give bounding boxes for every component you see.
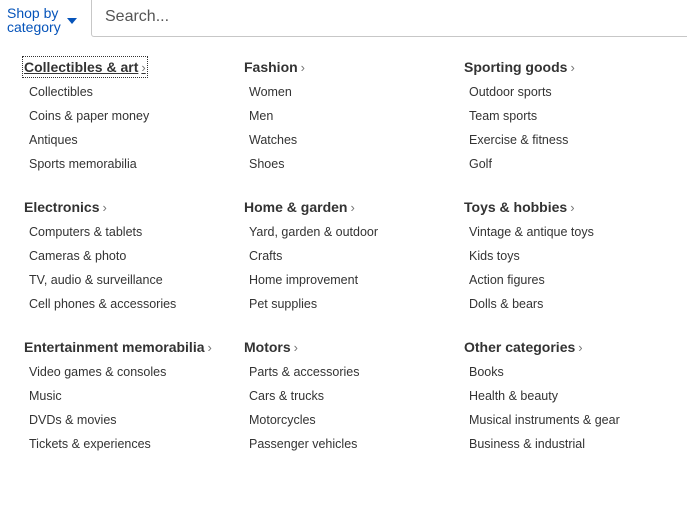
category-link[interactable]: Men [244, 104, 459, 128]
category-link[interactable]: Dolls & bears [464, 292, 679, 316]
category-list: Yard, garden & outdoor Crafts Home impro… [244, 220, 459, 316]
category-heading-label: Entertainment memorabilia [24, 339, 205, 355]
chevron-right-icon: › [570, 60, 575, 75]
category-list: Computers & tablets Cameras & photo TV, … [24, 220, 239, 316]
category-link[interactable]: Passenger vehicles [244, 432, 459, 456]
category-link[interactable]: Books [464, 360, 679, 384]
category-link[interactable]: Golf [464, 152, 679, 176]
category-heading-label: Toys & hobbies [464, 199, 568, 215]
category-heading-fashion[interactable]: Fashion › [243, 57, 306, 77]
category-group: Motors › Parts & accessories Cars & truck… [244, 337, 459, 477]
category-link[interactable]: Yard, garden & outdoor [244, 220, 459, 244]
category-list: Outdoor sports Team sports Exercise & fi… [464, 80, 679, 176]
category-link[interactable]: TV, audio & surveillance [24, 268, 239, 292]
category-heading-electronics[interactable]: Electronics › [23, 197, 108, 217]
category-heading-label: Fashion [244, 59, 298, 75]
category-column-1: Collectibles & art › Collectibles Coins &… [22, 56, 239, 477]
category-heading-label: Home & garden [244, 199, 348, 215]
category-link[interactable]: DVDs & movies [24, 408, 239, 432]
category-link[interactable]: Music [24, 384, 239, 408]
category-heading-collectibles-art[interactable]: Collectibles & art › [22, 56, 148, 78]
category-link[interactable]: Cell phones & accessories [24, 292, 239, 316]
search-input[interactable] [92, 0, 665, 35]
category-list: Collectibles Coins & paper money Antique… [24, 80, 239, 176]
category-link[interactable]: Kids toys [464, 244, 679, 268]
chevron-right-icon: › [141, 60, 146, 75]
header-bar: Shop by category [0, 0, 687, 40]
chevron-right-icon: › [578, 340, 583, 355]
chevron-right-icon: › [102, 200, 107, 215]
category-link[interactable]: Computers & tablets [24, 220, 239, 244]
chevron-right-icon: › [570, 200, 575, 215]
category-link[interactable]: Team sports [464, 104, 679, 128]
category-heading-label: Collectibles & art [24, 59, 139, 75]
category-group: Entertainment memorabilia › Video games &… [24, 337, 239, 477]
category-link[interactable]: Shoes [244, 152, 459, 176]
category-list: Books Health & beauty Musical instrument… [464, 360, 679, 456]
category-link[interactable]: Antiques [24, 128, 239, 152]
category-heading-label: Electronics [24, 199, 100, 215]
category-link[interactable]: Musical instruments & gear [464, 408, 679, 432]
category-link[interactable]: Pet supplies [244, 292, 459, 316]
category-link[interactable]: Cars & trucks [244, 384, 459, 408]
chevron-right-icon: › [207, 340, 212, 355]
category-link[interactable]: Collectibles [24, 80, 239, 104]
category-group: Toys & hobbies › Vintage & antique toys K… [464, 197, 679, 337]
category-link[interactable]: Exercise & fitness [464, 128, 679, 152]
category-link[interactable]: Health & beauty [464, 384, 679, 408]
category-heading-sporting-goods[interactable]: Sporting goods › [463, 57, 576, 77]
category-link[interactable]: Outdoor sports [464, 80, 679, 104]
category-heading-entertainment-memorabilia[interactable]: Entertainment memorabilia › [23, 337, 213, 357]
category-link[interactable]: Crafts [244, 244, 459, 268]
category-link[interactable]: Sports memorabilia [24, 152, 239, 176]
category-heading-motors[interactable]: Motors › [243, 337, 299, 357]
category-link[interactable]: Parts & accessories [244, 360, 459, 384]
category-link[interactable]: Women [244, 80, 459, 104]
category-group: Collectibles & art › Collectibles Coins &… [22, 56, 239, 197]
category-group: Fashion › Women Men Watches Shoes [244, 57, 459, 197]
category-link[interactable]: Video games & consoles [24, 360, 239, 384]
category-heading-home-garden[interactable]: Home & garden › [243, 197, 356, 217]
category-group: Electronics › Computers & tablets Cameras… [24, 197, 239, 337]
category-column-2: Fashion › Women Men Watches Shoes Home & … [244, 57, 459, 477]
category-group: Sporting goods › Outdoor sports Team spor… [464, 57, 679, 197]
category-heading-label: Other categories [464, 339, 576, 355]
chevron-right-icon: › [300, 60, 306, 75]
shop-by-category-button[interactable]: Shop by category [7, 6, 87, 36]
category-link[interactable]: Watches [244, 128, 459, 152]
chevron-right-icon: › [293, 340, 299, 355]
category-heading-label: Sporting goods [464, 59, 568, 75]
caret-down-icon [67, 18, 77, 24]
category-heading-label: Motors [244, 339, 291, 355]
category-link[interactable]: Home improvement [244, 268, 459, 292]
chevron-right-icon: › [350, 200, 355, 215]
category-link[interactable]: Vintage & antique toys [464, 220, 679, 244]
category-link[interactable]: Cameras & photo [24, 244, 239, 268]
search-box [91, 0, 687, 37]
category-heading-other-categories[interactable]: Other categories › [463, 337, 584, 357]
category-group: Other categories › Books Health & beauty … [464, 337, 679, 477]
category-heading-toys-hobbies[interactable]: Toys & hobbies › [463, 197, 576, 217]
category-list: Parts & accessories Cars & trucks Motorc… [244, 360, 459, 456]
category-column-3: Sporting goods › Outdoor sports Team spor… [464, 57, 679, 477]
category-list: Vintage & antique toys Kids toys Action … [464, 220, 679, 316]
category-group: Home & garden › Yard, garden & outdoor Cr… [244, 197, 459, 337]
category-link[interactable]: Action figures [464, 268, 679, 292]
category-link[interactable]: Tickets & experiences [24, 432, 239, 456]
category-list: Women Men Watches Shoes [244, 80, 459, 176]
category-link[interactable]: Coins & paper money [24, 104, 239, 128]
category-list: Video games & consoles Music DVDs & movi… [24, 360, 239, 456]
category-link[interactable]: Business & industrial [464, 432, 679, 456]
category-link[interactable]: Motorcycles [244, 408, 459, 432]
